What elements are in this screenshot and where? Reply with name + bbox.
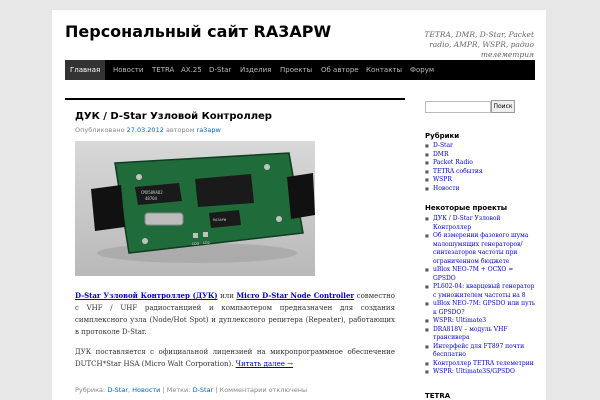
post-title[interactable]: ДУК / D-Star Узловой Контроллер — [75, 111, 272, 122]
main-nav: Главная Новости TETRA AX.25 D-Star Издел… — [65, 60, 535, 80]
or-text: или — [220, 292, 234, 300]
nav-item-ax25[interactable]: AX.25 — [181, 60, 202, 80]
main-content: ДУК / D-Star Узловой Контроллер Опублико… — [65, 100, 405, 400]
search-button[interactable]: Поиск — [491, 100, 515, 113]
project-item[interactable]: WSPR: Ultimate3 — [425, 317, 537, 326]
nav-item-products[interactable]: Изделия — [240, 60, 271, 80]
project-item[interactable]: Об измерении фазового шума малошумящих г… — [425, 232, 537, 266]
nav-item-contacts[interactable]: Контакты — [366, 60, 402, 80]
project-item[interactable]: ДУК / D-Star Узловой Контроллер — [425, 215, 537, 232]
projects-list: ДУК / D-Star Узловой Контроллер Об измер… — [425, 215, 537, 377]
rubrics-title: Рубрики — [425, 132, 460, 140]
project-item[interactable]: PL602-04: кварцевый генератор с умножите… — [425, 283, 537, 300]
rubric-item[interactable]: Новости — [425, 185, 537, 194]
chip3-label: RA3APW — [213, 218, 227, 222]
post-image[interactable]: CMX589AD2 48704 RA3APW LD3 LD2 — [75, 141, 315, 276]
rubrics-list: D-Star DMR Packet Radio TETRA события WS… — [425, 142, 537, 193]
rubric-item[interactable]: DMR — [425, 151, 537, 160]
post-footer: Рубрика: D-Star, Новости | Метки: D-Star… — [75, 386, 308, 394]
led1-label: LD3 — [192, 242, 199, 246]
post-date-link[interactable]: 27.03.2012 — [127, 126, 164, 134]
duk-link[interactable]: D-Star Узловой Контроллер (ДУК) — [75, 291, 218, 300]
micro-dstar-link[interactable]: Micro D-Star Node Controller — [236, 291, 354, 300]
post-body: D-Star Узловой Контроллер (ДУК) или Micr… — [75, 290, 395, 378]
project-item[interactable]: Контроллер TETRA телеметрии — [425, 360, 537, 369]
post-meta-author-prefix: автором — [165, 126, 195, 134]
nav-item-news[interactable]: Новости — [113, 60, 143, 80]
search-input[interactable] — [425, 101, 491, 113]
footer-tags-label: | Метки: — [162, 386, 191, 394]
circuit-board-photo: CMX589AD2 48704 RA3APW LD3 LD2 — [75, 141, 315, 276]
read-more-link[interactable]: Читать далее → — [236, 360, 293, 368]
nav-item-dstar[interactable]: D-Star — [209, 60, 231, 80]
nav-item-forum[interactable]: Форум — [410, 60, 434, 80]
post-paragraph-2: ДУК поставляется с официальной лицензией… — [75, 346, 395, 370]
tetra-title: TETRA — [425, 392, 451, 400]
post-author-link[interactable]: ra3apw — [197, 126, 221, 134]
footer-tag-dstar[interactable]: D-Star — [193, 386, 214, 394]
led2-label: LD2 — [203, 241, 210, 245]
post-meta-prefix: Опубликовано — [75, 126, 125, 134]
nav-item-about[interactable]: Об авторе — [321, 60, 359, 80]
chip1-label: CMX589AD2 — [141, 190, 163, 195]
project-item[interactable]: uBlox NEO-7M + OCXO = GPSDO — [425, 266, 537, 283]
projects-title: Некоторые проекты — [425, 204, 508, 212]
sidebar: Поиск Рубрики D-Star DMR Packet Radio TE… — [425, 100, 537, 400]
site-description: TETRA, DMR, D-Star, Packet radio, AMPR, … — [424, 30, 534, 59]
page: Персональный сайт RA3APW TETRA, DMR, D-S… — [52, 10, 546, 400]
nav-item-tetra[interactable]: TETRA — [152, 60, 174, 80]
footer-category-dstar[interactable]: D-Star — [107, 386, 128, 394]
post-paragraph-1: D-Star Узловой Контроллер (ДУК) или Micr… — [75, 290, 395, 338]
site-title[interactable]: Персональный сайт RA3APW — [65, 22, 331, 41]
project-item[interactable]: Интерфейс для FT897 почти бесплатно — [425, 343, 537, 360]
project-item[interactable]: DRA818V – модуль VHF трансивера — [425, 326, 537, 343]
post-meta: Опубликовано 27.03.2012 автором ra3apw — [75, 126, 221, 134]
footer-rubric-label: Рубрика: — [75, 386, 106, 394]
rubric-item[interactable]: WSPR — [425, 176, 537, 185]
rubric-item[interactable]: TETRA события — [425, 168, 537, 177]
nav-item-projects[interactable]: Проекты — [280, 60, 312, 80]
rubric-item[interactable]: D-Star — [425, 142, 537, 151]
footer-category-news[interactable]: Новости — [132, 386, 160, 394]
rubric-item[interactable]: Packet Radio — [425, 159, 537, 168]
footer-comments-status: | Комментарии отключены — [215, 386, 308, 394]
project-item[interactable]: WSPR: Ultimate3S/GPSDO — [425, 368, 537, 377]
chip2-label: 48704 — [145, 196, 158, 201]
project-item[interactable]: uBlox NEO-7M: GPSDO или путь к GPSDO? — [425, 300, 537, 317]
nav-item-home[interactable]: Главная — [65, 60, 106, 80]
